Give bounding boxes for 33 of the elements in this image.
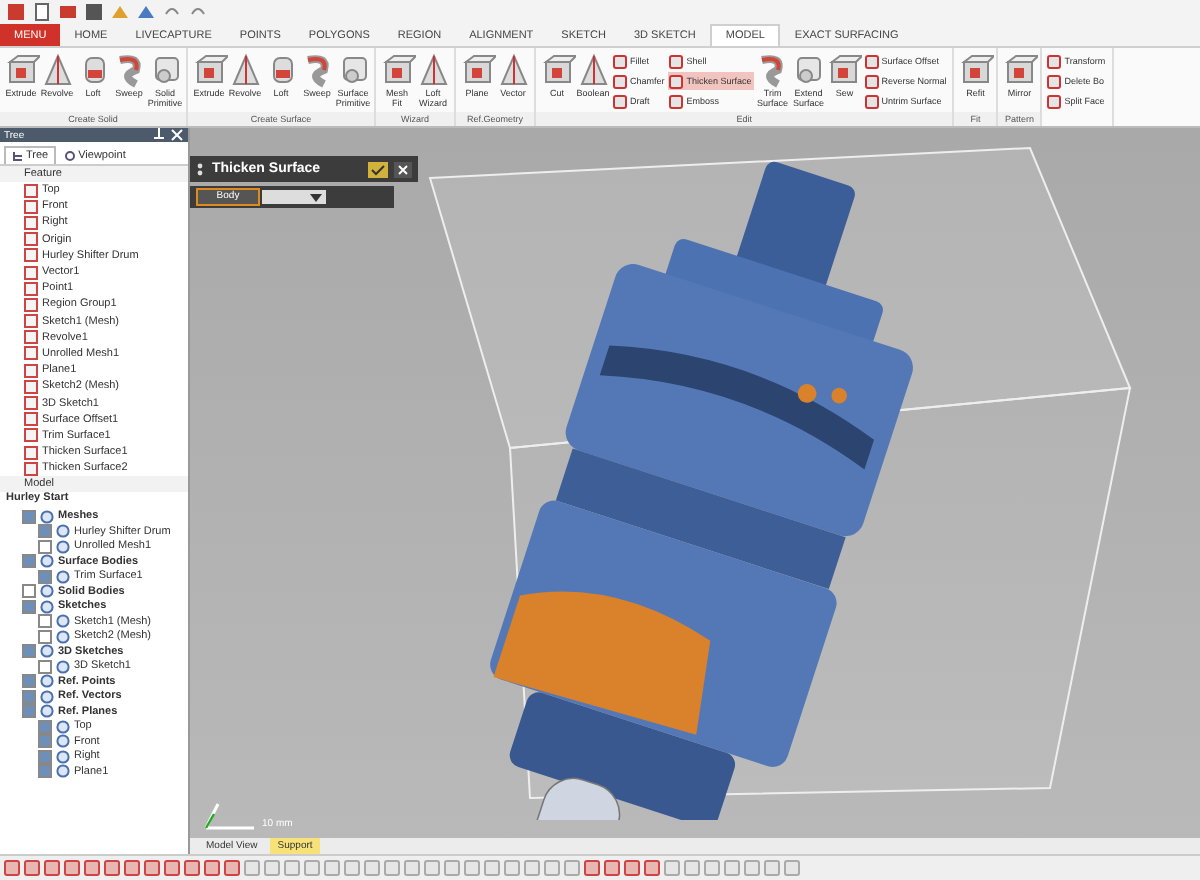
pin-icon[interactable] [152, 128, 166, 142]
new-file-icon[interactable] [32, 2, 52, 22]
app-logo-icon[interactable] [6, 2, 26, 22]
confirm-icon[interactable] [368, 161, 388, 177]
checkbox[interactable] [38, 749, 52, 764]
caret-icon [310, 193, 322, 201]
dropdown[interactable] [262, 190, 326, 204]
cone-icon [495, 52, 531, 88]
checkbox[interactable] [38, 764, 52, 779]
checkbox[interactable] [22, 704, 36, 719]
tree-icon [12, 150, 24, 162]
checkbox[interactable] [38, 629, 52, 644]
cone-icon [39, 52, 75, 88]
checkbox[interactable] [22, 509, 36, 524]
checkbox[interactable] [38, 659, 52, 674]
checkbox[interactable] [22, 689, 36, 704]
close-icon[interactable] [394, 161, 412, 177]
cone-icon [227, 52, 263, 88]
checkbox[interactable] [22, 644, 36, 659]
checkbox[interactable] [38, 614, 52, 629]
grip-icon [196, 162, 206, 176]
checkbox[interactable] [38, 539, 52, 554]
cone-icon [575, 52, 611, 88]
checkbox[interactable] [38, 569, 52, 584]
checkbox[interactable] [38, 734, 52, 749]
checkbox[interactable] [22, 584, 36, 599]
cone-icon [415, 52, 451, 88]
close-icon[interactable] [170, 128, 184, 142]
checkbox[interactable] [22, 554, 36, 569]
checkbox[interactable] [22, 674, 36, 689]
checkbox[interactable] [38, 719, 52, 734]
checkbox[interactable] [22, 599, 36, 614]
checkbox[interactable] [38, 524, 52, 539]
